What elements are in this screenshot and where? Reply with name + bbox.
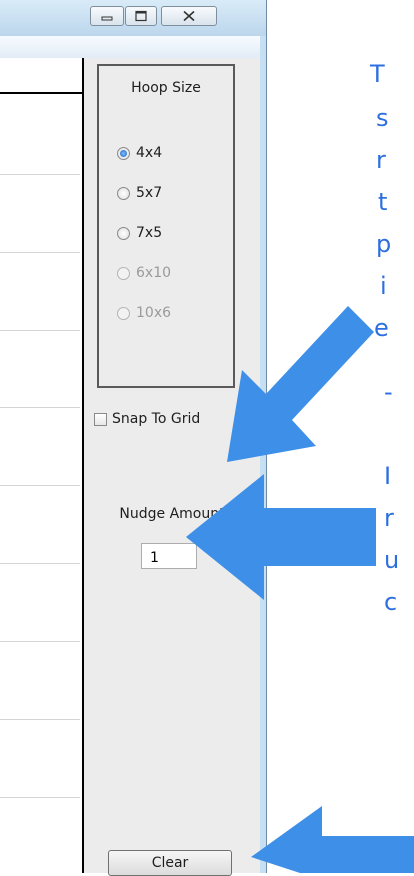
hoop-option-5x7[interactable]: 5x7 xyxy=(117,182,162,204)
checkbox-box[interactable] xyxy=(94,412,107,426)
hoop-option-7x5[interactable]: 7x5 xyxy=(117,222,162,244)
grid-line xyxy=(0,330,80,331)
design-canvas[interactable] xyxy=(0,58,84,873)
radio-button[interactable] xyxy=(117,146,130,160)
annotation-text: s xyxy=(376,104,389,132)
annotation-text: p xyxy=(376,230,391,258)
radio-button[interactable] xyxy=(117,186,130,200)
snap-to-grid-checkbox[interactable]: Snap To Grid xyxy=(94,411,200,427)
annotation-text: I xyxy=(384,462,391,490)
hoop-option-4x4[interactable]: 4x4 xyxy=(117,142,162,164)
options-panel: Hoop Size 4x4 5x7 7x5 6x10 10x6 Snap To … xyxy=(84,58,260,876)
menu-bar xyxy=(0,36,260,59)
hoop-size-title: Hoop Size xyxy=(131,80,201,96)
grid-line xyxy=(0,563,80,564)
grid-line xyxy=(0,797,80,798)
clear-button[interactable]: Clear xyxy=(108,850,232,876)
arrow-icon xyxy=(251,806,414,873)
hoop-option-label: 10x6 xyxy=(136,305,172,321)
annotation-text: e xyxy=(374,314,389,342)
annotation-text: - xyxy=(384,378,393,406)
radio-button xyxy=(117,266,130,280)
title-bar xyxy=(0,0,266,36)
nudge-amount-input[interactable] xyxy=(141,543,197,569)
grid-line xyxy=(0,252,80,253)
radio-button[interactable] xyxy=(117,226,130,240)
app-window: Hoop Size 4x4 5x7 7x5 6x10 10x6 Snap To … xyxy=(0,0,267,876)
grid-line xyxy=(0,407,80,408)
hoop-size-group: Hoop Size 4x4 5x7 7x5 6x10 10x6 xyxy=(97,64,235,388)
grid-line xyxy=(0,174,80,175)
annotation-text: r xyxy=(376,146,386,174)
minimize-button[interactable] xyxy=(90,6,124,26)
annotation-text: t xyxy=(378,188,387,216)
annotation-text: r xyxy=(384,504,394,532)
close-button[interactable] xyxy=(161,6,217,26)
nudge-amount-label: Nudge Amount xyxy=(119,506,225,522)
grid-line xyxy=(0,485,80,486)
snap-to-grid-label: Snap To Grid xyxy=(112,411,201,427)
hoop-option-label: 6x10 xyxy=(136,265,172,281)
maximize-button[interactable] xyxy=(125,6,157,26)
hoop-option-label: 7x5 xyxy=(136,225,163,241)
grid-line xyxy=(0,719,80,720)
window-frame-edge xyxy=(260,36,266,873)
annotation-text: T xyxy=(369,60,385,88)
annotation-text: u xyxy=(384,546,399,574)
hoop-option-6x10: 6x10 xyxy=(117,262,171,284)
close-icon xyxy=(183,10,195,22)
radio-button xyxy=(117,306,130,320)
maximize-icon xyxy=(135,10,147,22)
hoop-option-label: 4x4 xyxy=(136,145,163,161)
minimize-icon xyxy=(101,16,113,21)
annotation-text: i xyxy=(380,272,387,300)
canvas-border xyxy=(0,92,82,94)
hoop-option-label: 5x7 xyxy=(136,185,163,201)
grid-line xyxy=(0,641,80,642)
hoop-option-10x6: 10x6 xyxy=(117,302,171,324)
annotation-text: c xyxy=(384,588,397,616)
